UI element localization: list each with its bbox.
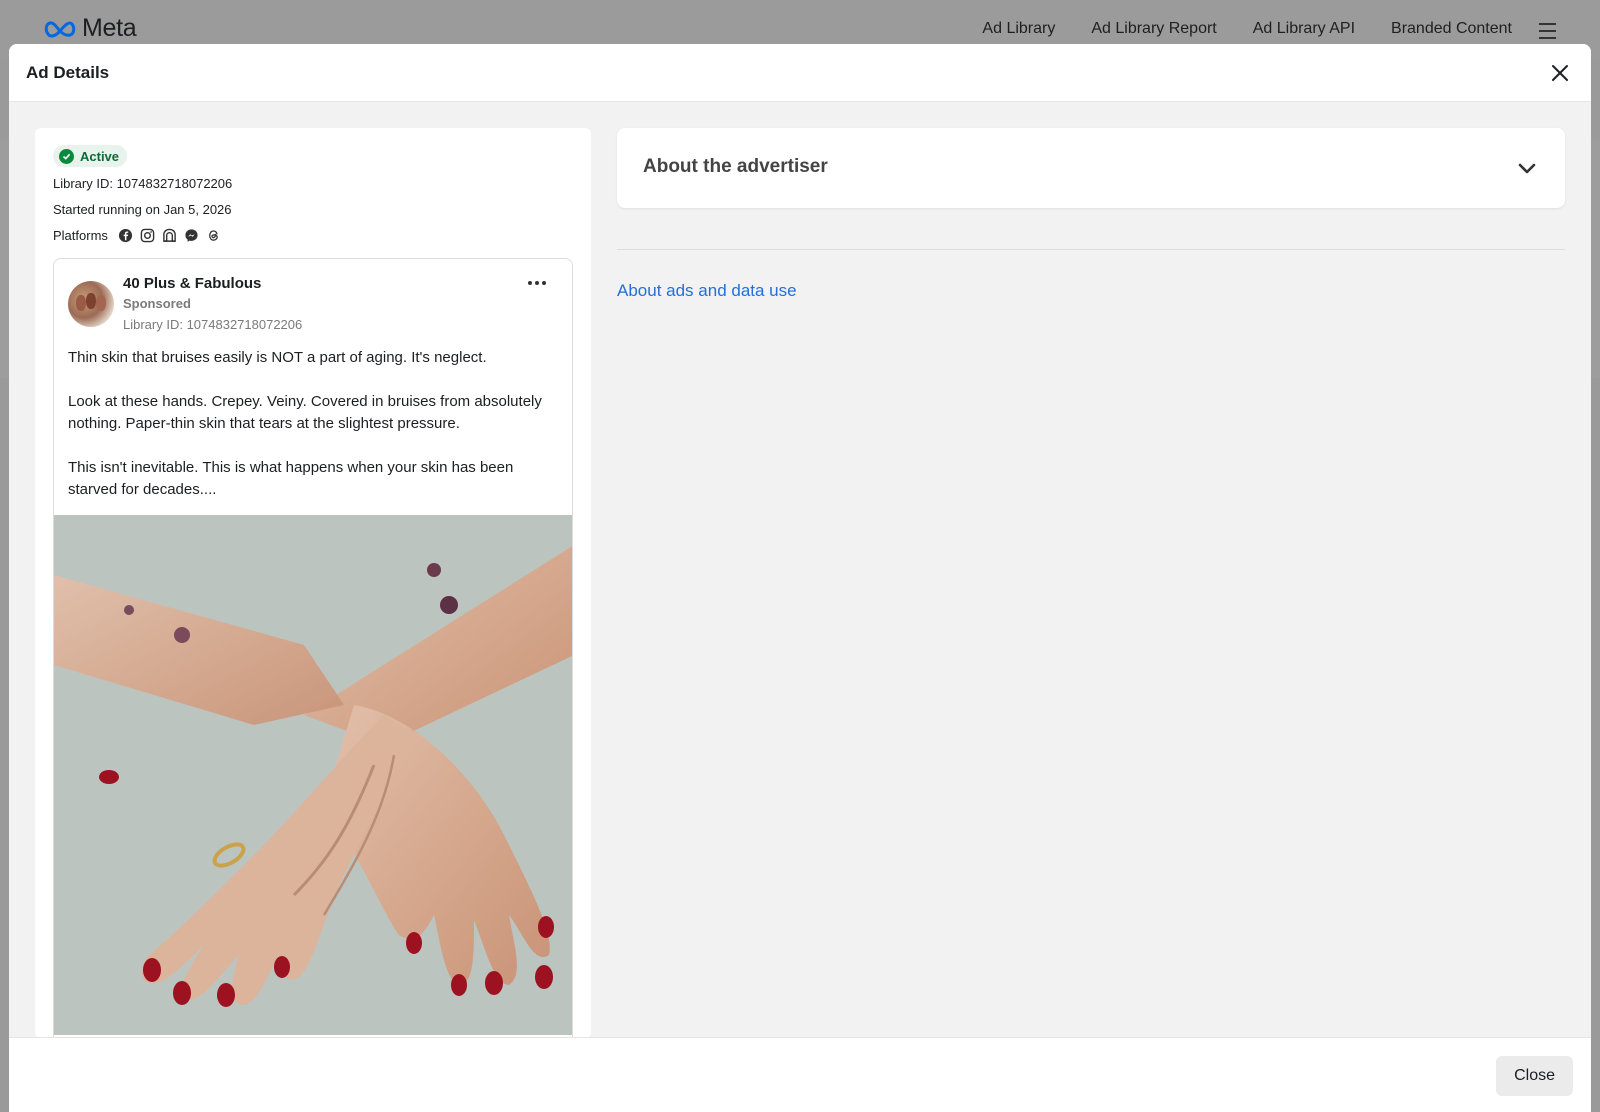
hands-illustration bbox=[54, 515, 572, 1035]
meta-infinity-icon bbox=[44, 20, 76, 37]
ad-creative-image[interactable] bbox=[54, 515, 572, 1035]
start-date: Started running on Jan 5, 2026 bbox=[53, 202, 232, 217]
threads-icon bbox=[206, 228, 221, 243]
about-advertiser-accordion[interactable]: About the advertiser bbox=[617, 128, 1565, 208]
nav-ad-library-report[interactable]: Ad Library Report bbox=[1091, 20, 1216, 38]
library-id: Library ID: 1074832718072206 bbox=[53, 176, 233, 191]
audience-network-icon bbox=[162, 228, 177, 243]
ad-body-paragraph: Look at these hands. Crepey. Veiny. Cove… bbox=[68, 393, 542, 432]
status-label: Active bbox=[80, 148, 120, 164]
ad-details-modal: Ad Details Active Library ID: 1074832718… bbox=[9, 44, 1591, 1112]
platforms-row: Platforms bbox=[53, 228, 221, 243]
nav-branded-content[interactable]: Branded Content bbox=[1391, 20, 1512, 38]
meta-logo[interactable]: Meta bbox=[44, 14, 137, 43]
nav-ad-library-api[interactable]: Ad Library API bbox=[1253, 20, 1355, 38]
ad-body-text: Thin skin that bruises easily is NOT a p… bbox=[68, 347, 560, 523]
card-library-id: Library ID: 1074832718072206 bbox=[123, 317, 303, 332]
modal-title: Ad Details bbox=[26, 62, 110, 82]
chevron-down-icon[interactable] bbox=[1517, 158, 1537, 178]
hamburger-menu-icon[interactable] bbox=[1539, 23, 1556, 44]
close-button[interactable]: Close bbox=[1496, 1056, 1573, 1096]
ad-summary-panel: Active Library ID: 1074832718072206 Star… bbox=[35, 128, 591, 1038]
ad-body-paragraph: This isn't inevitable. This is what happ… bbox=[68, 459, 514, 498]
check-circle-icon bbox=[59, 148, 74, 164]
meta-wordmark: Meta bbox=[82, 14, 137, 42]
facebook-icon bbox=[118, 228, 133, 243]
modal-header: Ad Details bbox=[9, 44, 1591, 102]
avatar[interactable] bbox=[68, 281, 114, 327]
status-badge: Active bbox=[53, 145, 128, 167]
divider bbox=[617, 249, 1565, 250]
instagram-icon bbox=[140, 228, 155, 243]
top-nav: Ad Library Ad Library Report Ad Library … bbox=[982, 20, 1512, 38]
modal-footer: Close bbox=[9, 1037, 1591, 1112]
messenger-icon bbox=[184, 228, 199, 243]
sponsored-label: Sponsored bbox=[123, 296, 191, 311]
about-advertiser-title: About the advertiser bbox=[643, 156, 828, 177]
close-icon[interactable] bbox=[1549, 62, 1571, 84]
nav-ad-library[interactable]: Ad Library bbox=[982, 20, 1055, 38]
about-ads-link[interactable]: About ads and data use bbox=[617, 281, 797, 301]
ad-preview-card: 40 Plus & Fabulous Sponsored Library ID:… bbox=[53, 258, 573, 1038]
advertiser-name[interactable]: 40 Plus & Fabulous bbox=[123, 275, 261, 292]
more-options-icon[interactable] bbox=[528, 277, 548, 289]
platforms-label: Platforms bbox=[53, 228, 108, 243]
ad-body-paragraph: Thin skin that bruises easily is NOT a p… bbox=[68, 349, 487, 366]
